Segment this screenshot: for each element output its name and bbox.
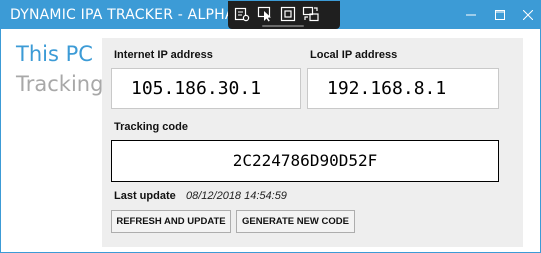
toolbar-grip[interactable]	[262, 25, 304, 27]
debug-toolbar	[228, 1, 340, 29]
close-button[interactable]	[512, 1, 541, 29]
maximize-icon	[495, 8, 505, 23]
internet-ip-label: Internet IP address	[114, 49, 213, 61]
local-ip-field: 192.168.8.1	[307, 68, 499, 109]
window-title: DYNAMIC IPA TRACKER - ALPHA	[10, 7, 235, 23]
track-focus-icon[interactable]	[301, 4, 321, 24]
tracking-code-label: Tracking code	[114, 121, 188, 133]
display-adorners-icon[interactable]	[278, 4, 298, 24]
internet-ip-field: 105.186.30.1	[111, 68, 301, 109]
nav-item-tracking[interactable]: Tracking	[16, 69, 103, 99]
live-tree-icon[interactable]	[232, 4, 252, 24]
local-ip-label: Local IP address	[310, 49, 398, 61]
app-window: DYNAMIC IPA TRACKER - ALPHA This PC Trac…	[0, 0, 541, 253]
close-icon	[522, 8, 534, 23]
generate-new-code-button[interactable]: GENERATE NEW CODE	[236, 210, 355, 233]
title-bar[interactable]: DYNAMIC IPA TRACKER - ALPHA	[1, 1, 541, 29]
minimize-button[interactable]	[455, 1, 487, 29]
minimize-icon	[466, 8, 476, 23]
nav-item-this-pc[interactable]: This PC	[16, 39, 103, 69]
last-update-label: Last update	[114, 190, 176, 202]
refresh-and-update-button[interactable]: REFRESH AND UPDATE	[111, 210, 231, 233]
select-element-icon[interactable]	[255, 4, 275, 24]
last-update-value: 08/12/2018 14:54:59	[186, 190, 287, 202]
main-panel: Internet IP address 105.186.30.1 Local I…	[102, 38, 523, 247]
tracking-code-field: 2C224786D90D52F	[111, 140, 499, 182]
side-nav: This PC Tracking	[16, 39, 103, 99]
